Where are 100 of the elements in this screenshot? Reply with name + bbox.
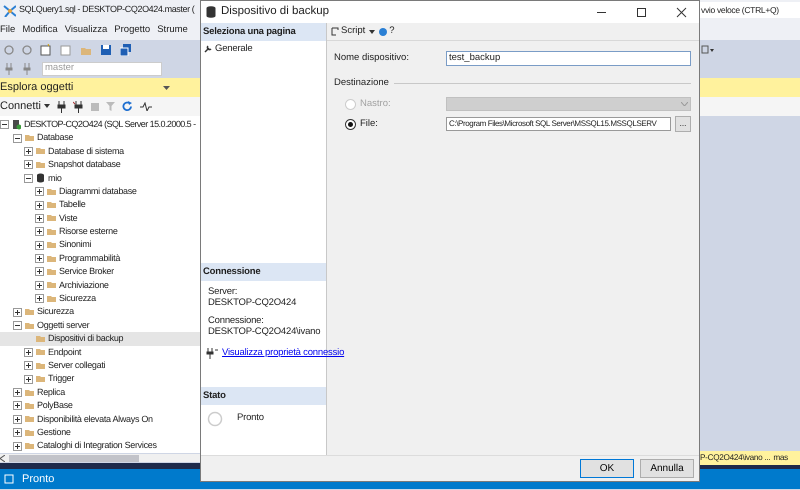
expand-icon[interactable] [35, 200, 44, 210]
caret-icon[interactable] [369, 30, 376, 34]
maximize-icon[interactable] [636, 6, 647, 18]
expand-icon[interactable] [24, 146, 33, 156]
tree-item[interactable]: Sicurezza [37, 305, 74, 319]
folder-icon [47, 240, 56, 250]
menu-item[interactable]: Strume [157, 22, 188, 38]
folder-icon [25, 388, 34, 398]
database-status: mas [773, 452, 788, 464]
cancel-button[interactable]: Annulla [640, 459, 694, 478]
database-icon [36, 173, 45, 184]
tree-item[interactable]: mio [48, 172, 62, 186]
server-name: DESKTOP-CQ2O424 [208, 298, 298, 310]
section-header: Seleziona una pagina [201, 23, 326, 42]
connect-button[interactable]: Connetti [0, 98, 50, 115]
save-all-icon[interactable] [120, 44, 132, 56]
tree-item[interactable]: PolyBase [37, 399, 73, 413]
expand-icon[interactable] [35, 294, 44, 304]
tree-item[interactable]: Tabelle [59, 198, 86, 212]
expand-icon[interactable] [35, 240, 44, 250]
tree-item[interactable]: Endpoint [48, 346, 82, 360]
expand-icon[interactable] [35, 280, 44, 290]
expand-icon[interactable] [35, 267, 44, 276]
expand-icon[interactable] [13, 401, 22, 410]
collapse-icon[interactable] [0, 120, 9, 130]
tree-item[interactable]: Snapshot database [48, 158, 120, 172]
connection-name: DESKTOP-CQ2O424\ivano [208, 327, 319, 338]
menu-item[interactable]: Modifica [22, 22, 58, 38]
dropdown-caret-icon[interactable] [163, 86, 170, 90]
expand-icon[interactable] [35, 187, 44, 196]
tree-item[interactable]: Cataloghi di Integration Services [37, 439, 157, 453]
disconnect-icon[interactable] [73, 100, 84, 112]
tree-item[interactable]: Sicurezza [59, 292, 96, 306]
collapse-icon[interactable] [13, 321, 22, 330]
tree-item[interactable]: Disponibilità elevata Always On [37, 412, 153, 426]
spinner-icon [207, 411, 223, 428]
scrollbar-thumb[interactable] [9, 454, 139, 462]
panel-title: Esplora oggetti [0, 80, 74, 96]
menu-item[interactable]: Progetto [114, 22, 150, 38]
tree-item[interactable]: Service Broker [59, 265, 114, 279]
folder-icon [25, 133, 34, 144]
expand-icon[interactable] [13, 414, 22, 424]
expand-icon[interactable] [13, 388, 22, 397]
toolbar-options-icon[interactable] [701, 44, 715, 54]
save-icon[interactable] [100, 44, 112, 56]
ok-button[interactable]: OK [580, 459, 634, 478]
help-button[interactable]: ? [379, 24, 395, 39]
tree-item[interactable]: Database [37, 131, 74, 145]
connection-properties-link[interactable]: Visualizza proprietà connessio [222, 348, 344, 359]
expand-icon[interactable] [35, 254, 44, 264]
section-header: Stato [201, 387, 326, 406]
refresh-icon[interactable] [122, 101, 134, 112]
plug-icon[interactable] [57, 100, 66, 112]
folder-icon [25, 428, 34, 438]
expand-icon[interactable] [13, 442, 22, 451]
folder-icon [47, 254, 56, 264]
name-input-field[interactable]: test_backup [446, 51, 691, 66]
tree-item[interactable]: DESKTOP-CQ2O424 (SQL Server 15.0.2000.5 - [24, 118, 196, 132]
tree-item[interactable]: Replica [37, 386, 65, 400]
close-icon[interactable] [676, 6, 687, 18]
script-button[interactable]: Script [330, 24, 366, 39]
tree-item[interactable]: Sinonimi [59, 238, 92, 252]
folder-icon [47, 294, 56, 304]
window-title: SQLQuery1.sql - DESKTOP-CQ2O424.master ( [19, 3, 194, 16]
collapse-icon[interactable] [24, 174, 33, 183]
tree-item[interactable]: Risorse esterne [59, 225, 118, 239]
expand-icon[interactable] [24, 348, 33, 357]
folder-icon [47, 226, 56, 237]
expand-icon[interactable] [24, 374, 33, 384]
horizontal-scrollbar[interactable] [0, 454, 200, 462]
menu-item[interactable]: Visualizza [64, 22, 108, 38]
tree-item[interactable]: Gestione [37, 426, 71, 440]
expand-icon[interactable] [24, 361, 33, 370]
field-label: Nome dispositivo: [334, 51, 410, 66]
folder-icon [25, 400, 34, 411]
radio-button[interactable] [345, 118, 356, 130]
activity-icon[interactable] [140, 102, 152, 111]
menu-item[interactable]: File [0, 22, 16, 38]
folder-icon [47, 186, 56, 197]
scroll-left-icon[interactable] [0, 454, 5, 462]
expand-icon[interactable] [35, 214, 44, 223]
expand-icon[interactable] [24, 160, 33, 170]
file-path-field[interactable]: C:\Program Files\Microsoft SQL Server\MSSQL15.MSSQLSERV [446, 117, 671, 132]
tree-item[interactable]: Diagrammi database [59, 184, 137, 198]
tree-item[interactable]: Oggetti server [37, 318, 90, 332]
tree-item[interactable]: Database di sistema [48, 144, 124, 158]
folder-icon [36, 347, 45, 358]
browse-button[interactable]: ... [675, 116, 691, 132]
tree-item[interactable]: Archiviazione [59, 278, 109, 292]
tree-item[interactable]: Trigger [48, 372, 74, 386]
tree-item[interactable]: Viste [59, 212, 78, 226]
collapse-icon[interactable] [13, 134, 22, 143]
expand-icon[interactable] [35, 227, 44, 236]
radio-label: Nastro: [360, 97, 391, 112]
expand-icon[interactable] [13, 308, 22, 317]
help-icon [379, 28, 388, 36]
expand-icon[interactable] [13, 428, 22, 438]
tree-item[interactable]: Server collegati [48, 358, 106, 372]
folder-icon [25, 320, 34, 331]
tree-item[interactable]: Programmabilità [59, 252, 120, 266]
